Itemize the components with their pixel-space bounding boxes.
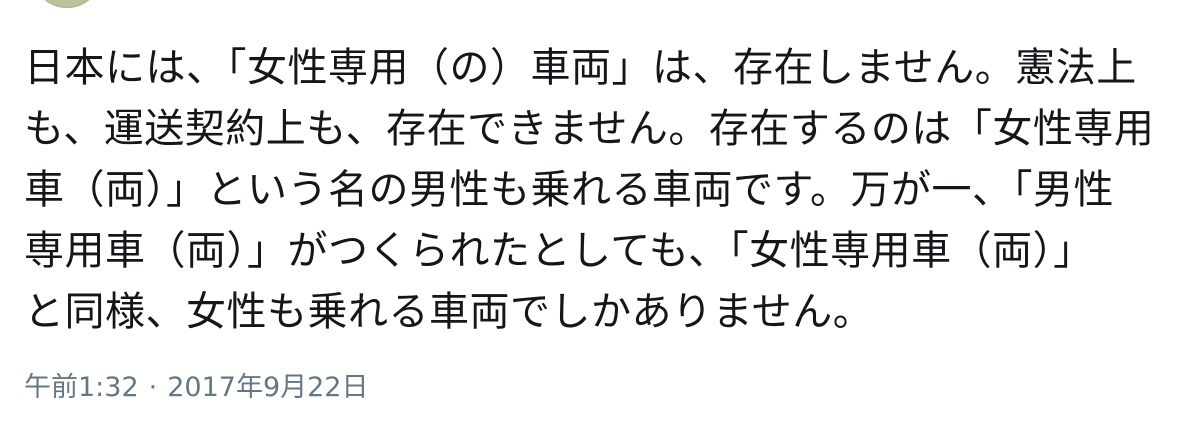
tweet-timestamp[interactable]: 午前1:32 · 2017年9月22日 (24, 368, 368, 408)
tweet-text-line-4: 専用車（両）」がつくられたとしても、「女性専用車（両）」 (24, 228, 1094, 274)
tweet-text-line-1: 日本には、「女性専用（の）車両」は、存在しません。憲法上 (24, 45, 1137, 91)
tweet-text-line-3: 車（両）」という名の男性も乗れる車両です。万が一、「男性 (24, 167, 1114, 213)
tweet-text-line-2: も、運送契約上も、存在できません。存在するのは「女性専用 (24, 106, 1155, 152)
tweet-text-line-5: と同様、女性も乗れる車両でしかありません。 (24, 289, 874, 335)
tweet-date: 2017年9月22日 (167, 372, 369, 403)
meta-separator: · (148, 372, 158, 403)
tweet-text: 日本には、「女性専用（の）車両」は、存在しません。憲法上 も、運送契約上も、存在… (24, 38, 1174, 343)
avatar[interactable] (32, 0, 102, 8)
tweet-time: 午前1:32 (24, 372, 139, 403)
